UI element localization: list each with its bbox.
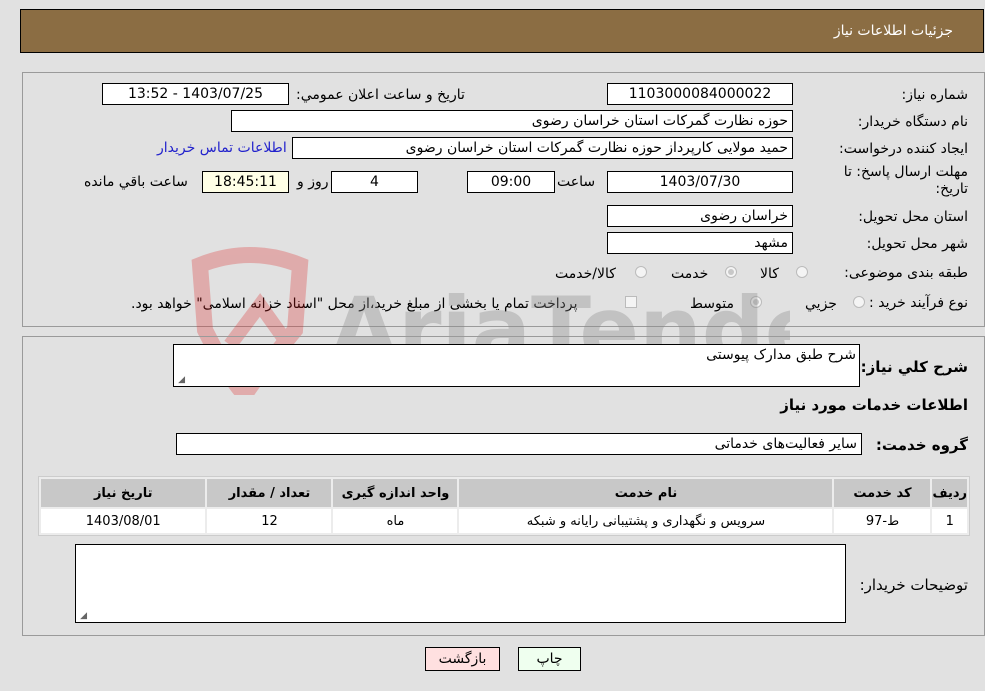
col-row-number: رديف bbox=[932, 479, 967, 507]
description-label: شرح کلي نياز: bbox=[860, 358, 968, 376]
cell-row-number: 1 bbox=[932, 509, 967, 533]
deadline-date-field: 1403/07/30 bbox=[607, 171, 793, 193]
deadline-time-label: ساعت bbox=[557, 174, 596, 190]
back-button[interactable]: بازگشت bbox=[425, 647, 500, 671]
cell-need-date: 1403/08/01 bbox=[41, 509, 206, 533]
table-row: 1 ط-97 سرویس و نگهداری و پشتیبانی رایانه… bbox=[41, 509, 967, 533]
col-quantity: تعداد / مقدار bbox=[207, 479, 332, 507]
description-textarea[interactable]: شرح طبق مدارک پیوستی ◢ bbox=[173, 344, 860, 387]
category-option-goods: کالا bbox=[760, 266, 779, 282]
days-label: روز و bbox=[297, 174, 329, 190]
cell-service-name: سرویس و نگهداری و پشتیبانی رایانه و شبکه bbox=[459, 509, 833, 533]
buyer-org-field: حوزه نظارت گمرکات استان خراسان رضوی bbox=[231, 110, 793, 132]
category-option-goods-service: کالا/خدمت bbox=[555, 266, 616, 282]
buyer-notes-textarea[interactable]: ◢ bbox=[75, 544, 846, 623]
page-title: جزئیات اطلاعات نیاز bbox=[833, 23, 953, 39]
treasury-checkbox[interactable] bbox=[625, 296, 637, 308]
page-header: جزئیات اطلاعات نیاز bbox=[20, 9, 984, 53]
delivery-province-label: استان محل تحويل: bbox=[858, 209, 968, 225]
services-table: رديف کد خدمت نام خدمت واحد اندازه گيری ت… bbox=[38, 476, 970, 536]
cell-quantity: 12 bbox=[207, 509, 332, 533]
deadline-label: مهلت ارسال پاسخ: تا bbox=[843, 164, 968, 180]
buyer-org-label: نام دستگاه خريدار: bbox=[857, 114, 968, 130]
category-radio-goods[interactable] bbox=[796, 266, 808, 278]
time-remaining-field: 18:45:11 bbox=[202, 171, 289, 193]
print-button[interactable]: چاپ bbox=[518, 647, 581, 671]
deadline-time-field: 09:00 bbox=[467, 171, 555, 193]
services-heading: اطلاعات خدمات مورد نياز bbox=[780, 396, 968, 414]
col-service-name: نام خدمت bbox=[459, 479, 833, 507]
resize-grip-icon[interactable]: ◢ bbox=[79, 612, 87, 621]
delivery-province-field: خراسان رضوی bbox=[607, 205, 793, 227]
description-text: شرح طبق مدارک پیوستی bbox=[706, 347, 856, 363]
cell-service-code: ط-97 bbox=[834, 509, 931, 533]
need-number-field: 1103000084000022 bbox=[607, 83, 793, 105]
purchase-process-label: نوع فرآيند خريد : bbox=[869, 295, 968, 311]
process-option-minor: جزيي bbox=[805, 296, 837, 312]
category-label: طبقه بندی موضوعی: bbox=[844, 265, 968, 281]
announce-datetime-field: 1403/07/25 - 13:52 bbox=[102, 83, 289, 105]
need-number-label: شماره نیاز: bbox=[901, 87, 969, 103]
category-option-service: خدمت bbox=[671, 266, 709, 282]
process-option-medium: متوسط bbox=[690, 296, 734, 312]
delivery-city-label: شهر محل تحويل: bbox=[866, 236, 968, 252]
deadline-label-2: تاريخ: bbox=[935, 181, 968, 197]
resize-grip-icon[interactable]: ◢ bbox=[177, 376, 185, 385]
process-radio-minor[interactable] bbox=[853, 296, 865, 308]
table-header-row: رديف کد خدمت نام خدمت واحد اندازه گيری ت… bbox=[41, 479, 967, 507]
days-remaining-field: 4 bbox=[331, 171, 418, 193]
buyer-notes-label: توضيحات خريدار: bbox=[859, 576, 968, 594]
category-radio-service[interactable] bbox=[725, 266, 737, 278]
service-group-label: گروه خدمت: bbox=[875, 436, 968, 454]
col-unit: واحد اندازه گيری bbox=[333, 479, 458, 507]
category-radio-goods-service[interactable] bbox=[635, 266, 647, 278]
delivery-city-field: مشهد bbox=[607, 232, 793, 254]
treasury-checkbox-label: پرداخت تمام یا بخشی از مبلغ خرید،از محل … bbox=[131, 296, 578, 312]
announce-datetime-label: تاريخ و ساعت اعلان عمومي: bbox=[296, 87, 465, 103]
col-service-code: کد خدمت bbox=[834, 479, 931, 507]
service-group-field: سایر فعالیت‌های خدماتی bbox=[176, 433, 862, 455]
process-radio-medium[interactable] bbox=[750, 296, 762, 308]
buyer-contact-link[interactable]: اطلاعات تماس خريدار bbox=[157, 140, 287, 156]
requester-field: حمید مولایی کارپرداز حوزه نظارت گمرکات ا… bbox=[292, 137, 793, 159]
time-remaining-label: ساعت باقي مانده bbox=[84, 174, 188, 190]
cell-unit: ماه bbox=[333, 509, 458, 533]
col-need-date: تاريخ نياز bbox=[41, 479, 206, 507]
requester-label: ايجاد کننده درخواست: bbox=[839, 141, 968, 157]
